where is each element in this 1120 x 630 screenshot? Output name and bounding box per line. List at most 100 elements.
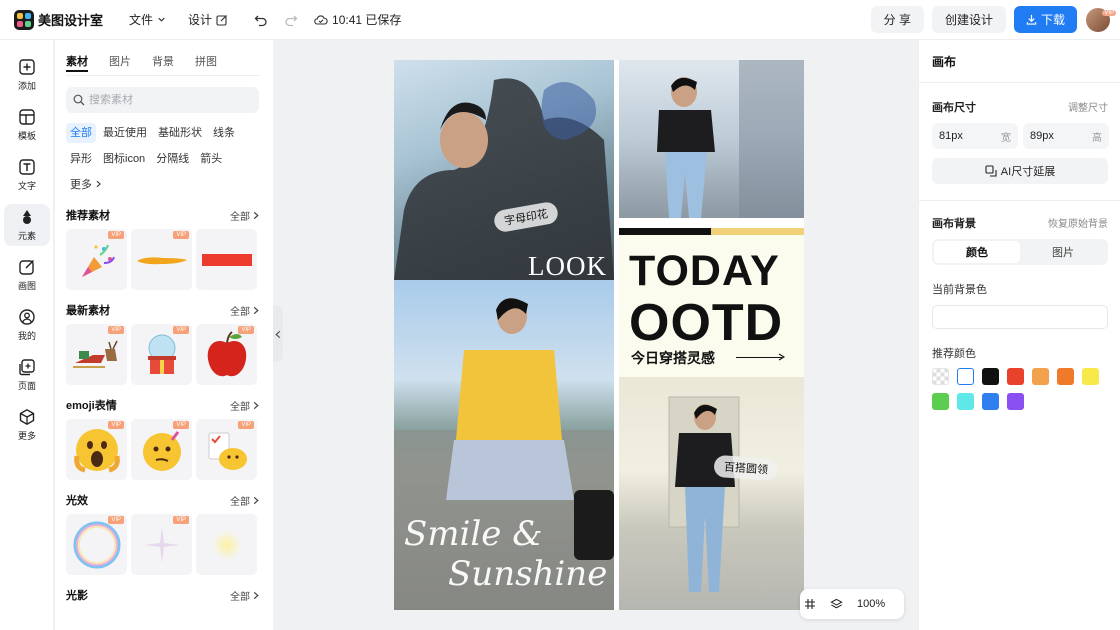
chip-icons[interactable]: 图标icon (99, 149, 149, 169)
rail-item-template[interactable]: 模板 (4, 104, 50, 146)
vip-badge: VIP (238, 326, 254, 334)
script-text-smile[interactable]: Smile & (404, 514, 542, 554)
swatch-cyan[interactable] (957, 393, 974, 410)
asset-thumb[interactable]: VIP (131, 514, 192, 575)
tab-backgrounds[interactable]: 背景 (152, 53, 174, 75)
swatch-transparent[interactable] (932, 368, 949, 385)
rail-label: 元素 (17, 231, 36, 241)
avatar-vip-badge: VIP (1102, 9, 1116, 16)
rail-item-pages[interactable]: 页面 (4, 354, 50, 396)
ootd-block[interactable]: TODAY OOTD 今日穿搭灵感 (619, 228, 804, 377)
see-all-link[interactable]: 全部 (230, 398, 259, 413)
swatch-yellow[interactable] (1082, 368, 1099, 385)
swatch-orange[interactable] (1057, 368, 1074, 385)
search-box[interactable] (66, 87, 259, 113)
search-input[interactable] (89, 94, 239, 106)
look-text[interactable]: LOOK (528, 251, 607, 280)
photo-man-window[interactable]: 字母印花 LOOK (394, 60, 614, 280)
label-pill[interactable]: 百搭圆领 (713, 454, 779, 482)
download-button[interactable]: 下载 (1013, 6, 1077, 33)
swatch-blue[interactable] (982, 393, 999, 410)
adjust-size-link[interactable]: 调整尺寸 (1068, 99, 1108, 115)
script-text-sunshine[interactable]: Sunshine (448, 554, 607, 594)
rail-item-mine[interactable]: 我的 (4, 304, 50, 346)
app-logo[interactable]: 美图设计室 (14, 9, 104, 30)
undo-icon[interactable] (254, 13, 268, 27)
see-all-link[interactable]: 全部 (230, 588, 259, 603)
shapes-icon (23, 210, 31, 224)
asset-thumb[interactable]: VIP (66, 229, 127, 290)
properties-panel: 画布 画布尺寸 调整尺寸 81px 宽 89px 高 AI尺寸延展 画布背景 恢… (918, 40, 1120, 630)
zoom-level[interactable]: 100% (857, 598, 885, 610)
see-all-link[interactable]: 全部 (230, 493, 259, 508)
swatch-purple[interactable] (1007, 393, 1024, 410)
grid-icon[interactable] (804, 598, 816, 610)
asset-thumb[interactable] (196, 514, 257, 575)
download-icon (1026, 14, 1037, 25)
design-canvas[interactable]: 字母印花 LOOK Smile & Sunshine TODAY OOTD 今日… (394, 60, 804, 610)
vip-badge: VIP (238, 421, 254, 429)
photo-figure (394, 78, 614, 280)
collapse-panel-handle[interactable] (273, 306, 283, 362)
asset-thumb[interactable]: VIP (131, 324, 192, 385)
chip-all[interactable]: 全部 (66, 123, 96, 143)
see-all-link[interactable]: 全部 (230, 303, 259, 318)
tab-collage[interactable]: 拼图 (195, 53, 217, 75)
seg-color[interactable]: 颜色 (934, 241, 1020, 263)
rail-item-more[interactable]: 更多 (4, 404, 50, 446)
chevron-right-icon (96, 180, 101, 188)
swatch-green[interactable] (932, 393, 949, 410)
rail-item-draw[interactable]: 画图 (4, 254, 50, 296)
create-design-button[interactable]: 创建设计 (931, 6, 1006, 33)
app-name: 美图设计室 (38, 13, 104, 28)
glow-shape (211, 529, 242, 560)
photo-figure (657, 60, 804, 218)
tab-images[interactable]: 图片 (109, 53, 131, 75)
file-menu[interactable]: 文件 (129, 11, 166, 28)
chip-lines[interactable]: 线条 (209, 123, 239, 143)
swatch-white[interactable] (957, 368, 974, 385)
rail-item-add[interactable]: 添加 (4, 54, 50, 96)
asset-thumb[interactable]: VIP (66, 419, 127, 480)
asset-thumb[interactable]: VIP (131, 419, 192, 480)
see-all-label: 全部 (230, 306, 250, 318)
ai-resize-button[interactable]: AI尺寸延展 (932, 158, 1108, 184)
asset-thumb[interactable]: VIP (66, 324, 127, 385)
see-all-link[interactable]: 全部 (230, 208, 259, 223)
chip-irregular[interactable]: 异形 (66, 149, 96, 169)
swatch-black[interactable] (982, 368, 999, 385)
avatar[interactable]: VIP (1086, 7, 1116, 32)
asset-thumb[interactable] (196, 229, 257, 290)
chip-arrows[interactable]: 箭头 (196, 149, 226, 169)
share-button[interactable]: 分 享 (870, 6, 924, 33)
swatch-light-orange[interactable] (1032, 368, 1049, 385)
photo-man-standing[interactable] (619, 60, 804, 218)
current-color-box[interactable] (932, 305, 1108, 329)
height-field[interactable]: 89px 高 (1023, 123, 1109, 149)
layers-icon[interactable] (830, 598, 843, 611)
asset-thumb[interactable]: VIP (131, 229, 192, 290)
tab-materials[interactable]: 素材 (66, 53, 88, 75)
redo-icon[interactable] (284, 13, 298, 27)
swatch-red[interactable] (1007, 368, 1024, 385)
rail-item-text[interactable]: 文字 (4, 154, 50, 196)
apple-icon (207, 330, 246, 376)
see-all-label: 全部 (230, 496, 250, 508)
chip-recent[interactable]: 最近使用 (99, 123, 151, 143)
rail-label: 画图 (17, 281, 36, 291)
chip-more-label: 更多 (70, 179, 92, 191)
width-field[interactable]: 81px 宽 (932, 123, 1018, 149)
asset-thumb[interactable]: VIP (196, 419, 257, 480)
photo-man-storefront[interactable]: 百搭圆领 (619, 377, 804, 610)
reset-bg-link[interactable]: 恢复原始背景 (1048, 215, 1108, 231)
asset-thumb[interactable]: VIP (66, 514, 127, 575)
photo-man-sitting[interactable]: Smile & Sunshine (394, 280, 614, 610)
chip-more[interactable]: 更多 (66, 175, 106, 195)
ai-expand-icon (985, 165, 997, 177)
design-menu[interactable]: 设计 (188, 11, 228, 28)
seg-image[interactable]: 图片 (1020, 241, 1106, 263)
rail-item-elements[interactable]: 元素 (4, 204, 50, 246)
chip-basic-shapes[interactable]: 基础形状 (154, 123, 206, 143)
chip-dividers[interactable]: 分隔线 (152, 149, 193, 169)
asset-thumb[interactable]: VIP (196, 324, 257, 385)
